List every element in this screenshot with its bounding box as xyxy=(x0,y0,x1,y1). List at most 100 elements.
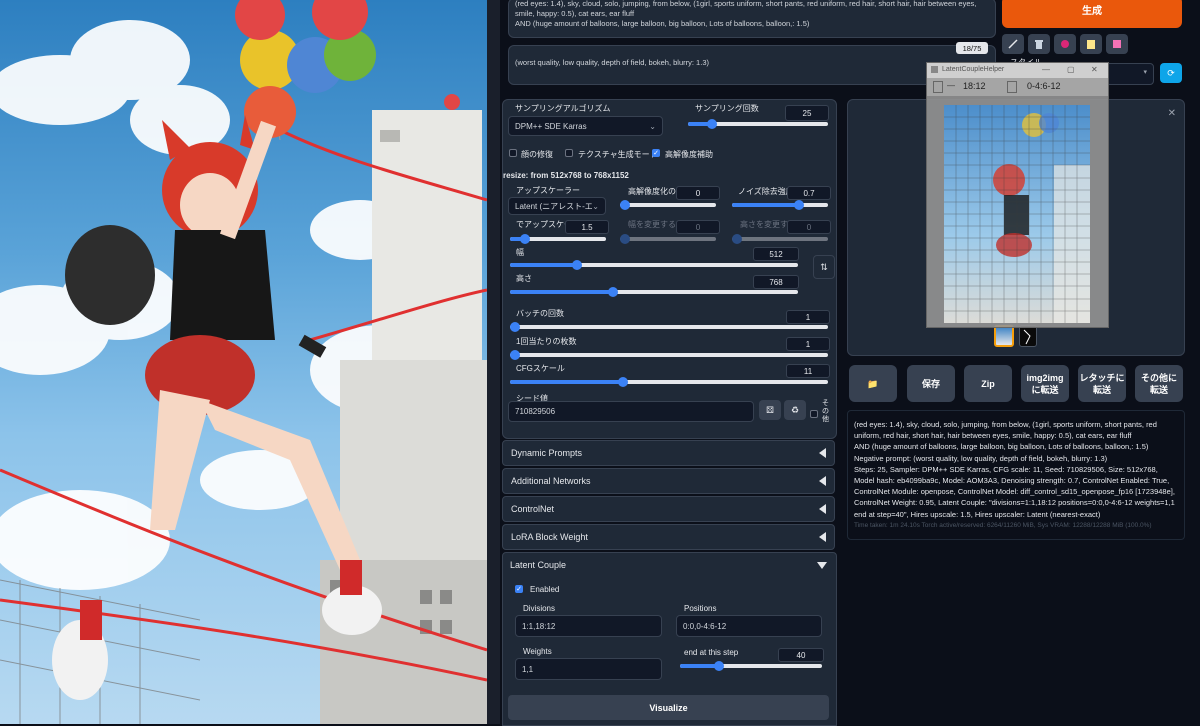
latent-couple-enabled-checkbox[interactable]: ✓ xyxy=(515,585,523,593)
upscale-by-slider[interactable] xyxy=(510,234,606,244)
slider-knob[interactable] xyxy=(714,661,724,671)
upscaler-select[interactable]: Latent (ニアレスト-エグ ⌄ xyxy=(508,197,606,215)
accordion-label: ControlNet xyxy=(511,504,555,514)
negative-prompt-text[interactable]: (worst quality, low quality, depth of fi… xyxy=(509,46,995,67)
send-inpaint-button[interactable]: レタッチに 転送 xyxy=(1078,365,1126,402)
cfg-slider[interactable] xyxy=(510,377,828,387)
positions-value: 0:0,0-4:6-12 xyxy=(683,621,727,631)
seed-value: 710829506 xyxy=(515,407,556,416)
collapse-arrow-icon xyxy=(819,476,826,486)
helper-divisions[interactable]: 18:12 xyxy=(963,81,986,91)
slider-knob[interactable] xyxy=(510,350,520,360)
hires-steps-slider[interactable] xyxy=(620,200,716,210)
tiling-checkbox[interactable] xyxy=(565,149,573,157)
slider-knob[interactable] xyxy=(794,200,804,210)
hires-fix-checkbox[interactable]: ✓ xyxy=(652,149,660,157)
denoise-input[interactable]: 0.7 xyxy=(787,186,831,200)
accordion-lora-block-weight[interactable]: LoRA Block Weight xyxy=(502,524,835,550)
cfg-label: CFGスケール xyxy=(516,364,565,373)
batch-count-slider[interactable] xyxy=(510,322,828,332)
seed-input[interactable]: 710829506 xyxy=(508,401,754,422)
slider-knob[interactable] xyxy=(608,287,618,297)
pencil-icon[interactable] xyxy=(1002,34,1024,54)
width-slider[interactable] xyxy=(510,260,798,270)
helper-button-a[interactable] xyxy=(933,81,943,93)
maximize-icon[interactable]: ▢ xyxy=(1067,65,1075,74)
positive-prompt-box[interactable]: (red eyes: 1.4), sky, cloud, solo, jumpi… xyxy=(508,0,996,38)
save-icon[interactable] xyxy=(1106,34,1128,54)
dice-icon[interactable]: ⚄ xyxy=(759,400,781,420)
sampling-steps-input[interactable]: 25 xyxy=(785,105,829,121)
visualize-button[interactable]: Visualize xyxy=(508,695,829,720)
minimize-icon[interactable]: — xyxy=(1042,65,1050,74)
pink-dot-icon[interactable] xyxy=(1054,34,1076,54)
helper-title: LatentCoupleHelper xyxy=(942,66,1005,73)
helper-button-b[interactable]: — xyxy=(947,81,955,90)
send-img2img-button[interactable]: img2img に転送 xyxy=(1021,365,1069,402)
trash-icon[interactable] xyxy=(1028,34,1050,54)
height-input[interactable]: 768 xyxy=(753,275,799,289)
resize-width-slider[interactable] xyxy=(620,234,716,244)
latent-couple-helper-window[interactable]: LatentCoupleHelper — ▢ ✕ — 18:12 0-4:6-1… xyxy=(926,62,1109,328)
slider-knob[interactable] xyxy=(520,234,530,244)
batch-size-slider[interactable] xyxy=(510,350,828,360)
hires-steps-label: 高解像度化の( xyxy=(628,187,679,196)
batch-size-input[interactable]: 1 xyxy=(786,337,830,351)
expand-arrow-icon xyxy=(817,561,827,569)
helper-titlebar[interactable]: LatentCoupleHelper — ▢ ✕ xyxy=(927,63,1108,78)
close-icon[interactable]: ✕ xyxy=(1168,108,1176,119)
accordion-controlnet[interactable]: ControlNet xyxy=(502,496,835,522)
end-step-slider[interactable] xyxy=(680,661,822,671)
negative-prompt-box[interactable]: (worst quality, low quality, depth of fi… xyxy=(508,42,996,85)
positions-label: Positions xyxy=(684,604,717,613)
cfg-input[interactable]: 11 xyxy=(786,364,830,378)
face-restore-checkbox[interactable] xyxy=(509,149,517,157)
batch-count-label: バッチの回数 xyxy=(516,309,564,318)
recycle-icon[interactable]: ♻ xyxy=(784,400,806,420)
accordion-latent-couple[interactable]: Latent Couple xyxy=(502,552,835,578)
end-step-input[interactable]: 40 xyxy=(778,648,824,662)
sampling-steps-slider[interactable] xyxy=(688,119,828,129)
resize-height-input[interactable]: 0 xyxy=(787,220,831,234)
positions-input[interactable]: 0:0,0-4:6-12 xyxy=(676,615,822,637)
refresh-styles-icon[interactable]: ⟳ xyxy=(1160,63,1182,83)
slider-knob[interactable] xyxy=(572,260,582,270)
weights-input[interactable]: 1,1 xyxy=(515,658,662,680)
gallery-thumbnail[interactable] xyxy=(994,325,1014,347)
helper-preview[interactable] xyxy=(944,105,1090,323)
batch-count-input[interactable]: 1 xyxy=(786,310,830,324)
sampling-method-label: サンプリングアルゴリズム xyxy=(515,104,611,113)
height-slider[interactable] xyxy=(510,287,798,297)
slider-knob[interactable] xyxy=(618,377,628,387)
accordion-dynamic-prompts[interactable]: Dynamic Prompts xyxy=(502,440,835,466)
slider-knob[interactable] xyxy=(732,234,742,244)
clipboard-icon[interactable] xyxy=(1080,34,1102,54)
slider-knob[interactable] xyxy=(620,200,630,210)
upscale-by-input[interactable]: 1.5 xyxy=(565,220,609,234)
hires-steps-input[interactable]: 0 xyxy=(676,186,720,200)
accordion-additional-networks[interactable]: Additional Networks xyxy=(502,468,835,494)
width-input[interactable]: 512 xyxy=(753,247,799,261)
sampling-method-select[interactable]: DPM++ SDE Karras ⌄ xyxy=(508,116,663,136)
resize-height-slider[interactable] xyxy=(732,234,828,244)
slider-knob[interactable] xyxy=(510,322,520,332)
slider-knob[interactable] xyxy=(707,119,717,129)
resize-width-input[interactable]: 0 xyxy=(676,220,720,234)
save-button[interactable]: 保存 xyxy=(907,365,955,402)
send-extras-button[interactable]: その他に 転送 xyxy=(1135,365,1183,402)
generate-button[interactable]: 生成 xyxy=(1002,0,1182,28)
open-folder-button[interactable]: 📁 xyxy=(849,365,897,402)
positive-prompt-text[interactable]: (red eyes: 1.4), sky, cloud, solo, jumpi… xyxy=(509,0,995,37)
zip-button[interactable]: Zip xyxy=(964,365,1012,402)
divisions-input[interactable]: 1:1,18:12 xyxy=(515,615,662,637)
close-window-icon[interactable]: ✕ xyxy=(1091,65,1098,74)
slider-knob[interactable] xyxy=(620,234,630,244)
helper-positions[interactable]: 0-4:6-12 xyxy=(1027,81,1061,91)
gallery-thumbnail[interactable] xyxy=(1019,325,1037,347)
swap-icon[interactable]: ⇅ xyxy=(813,255,835,279)
helper-button-c[interactable] xyxy=(1007,81,1017,93)
seed-extra-checkbox[interactable] xyxy=(810,410,818,418)
time-taken-text: Time taken: 1m 24.10s Torch active/reser… xyxy=(854,521,1152,529)
slider-fill xyxy=(510,290,612,294)
denoise-slider[interactable] xyxy=(732,200,828,210)
